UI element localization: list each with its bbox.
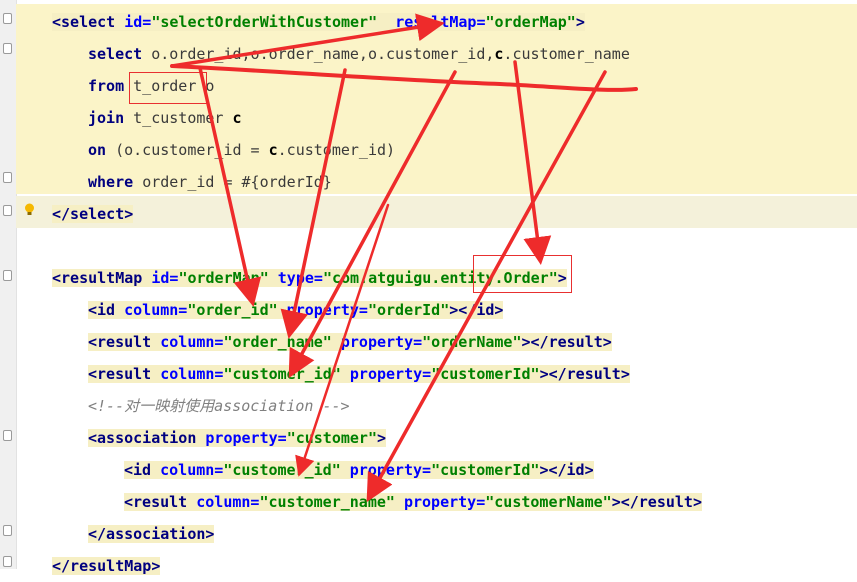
fold-marker-icon[interactable] (3, 205, 12, 216)
code-line-sql-select: select o.order_id,o.order_name,o.custome… (88, 45, 630, 63)
lightbulb-icon[interactable] (24, 203, 35, 216)
fold-marker-icon[interactable] (3, 270, 12, 281)
code-line-id-order: <id column="order_id" property="orderId"… (88, 301, 504, 319)
fold-marker-icon[interactable] (3, 43, 12, 54)
code-line-select-open: <select id="selectOrderWithCustomer" res… (52, 13, 585, 31)
annotation-box-table (129, 72, 207, 104)
code-line-result-customer-id: <result column="customer_id" property="c… (88, 365, 630, 383)
code-line-id-customer: <id column="customer_id" property="custo… (124, 461, 594, 479)
code-line-sql-where: where order_id = #{orderId} (88, 173, 332, 191)
fold-marker-icon[interactable] (3, 172, 12, 183)
fold-marker-icon[interactable] (3, 13, 12, 24)
editor-gutter (0, 0, 17, 569)
code-line-select-close: </select> (52, 205, 134, 223)
fold-marker-icon[interactable] (3, 556, 12, 567)
code-line-sql-join: join t_customer c (88, 109, 242, 127)
code-line-association-close: </association> (88, 525, 215, 543)
code-line-result-order-name: <result column="order_name" property="or… (88, 333, 612, 351)
fold-marker-icon[interactable] (3, 525, 12, 536)
code-line-association-open: <association property="customer"> (88, 429, 387, 447)
annotation-box-type (473, 255, 572, 293)
fold-marker-icon[interactable] (3, 430, 12, 441)
code-line-resultmap-close: </resultMap> (52, 557, 161, 575)
code-line-comment: <!--对一映射使用association --> (88, 397, 350, 415)
code-line-sql-on: on (o.customer_id = c.customer_id) (88, 141, 396, 159)
code-line-result-customer-name: <result column="customer_name" property=… (124, 493, 702, 511)
current-line-highlight (16, 196, 857, 228)
